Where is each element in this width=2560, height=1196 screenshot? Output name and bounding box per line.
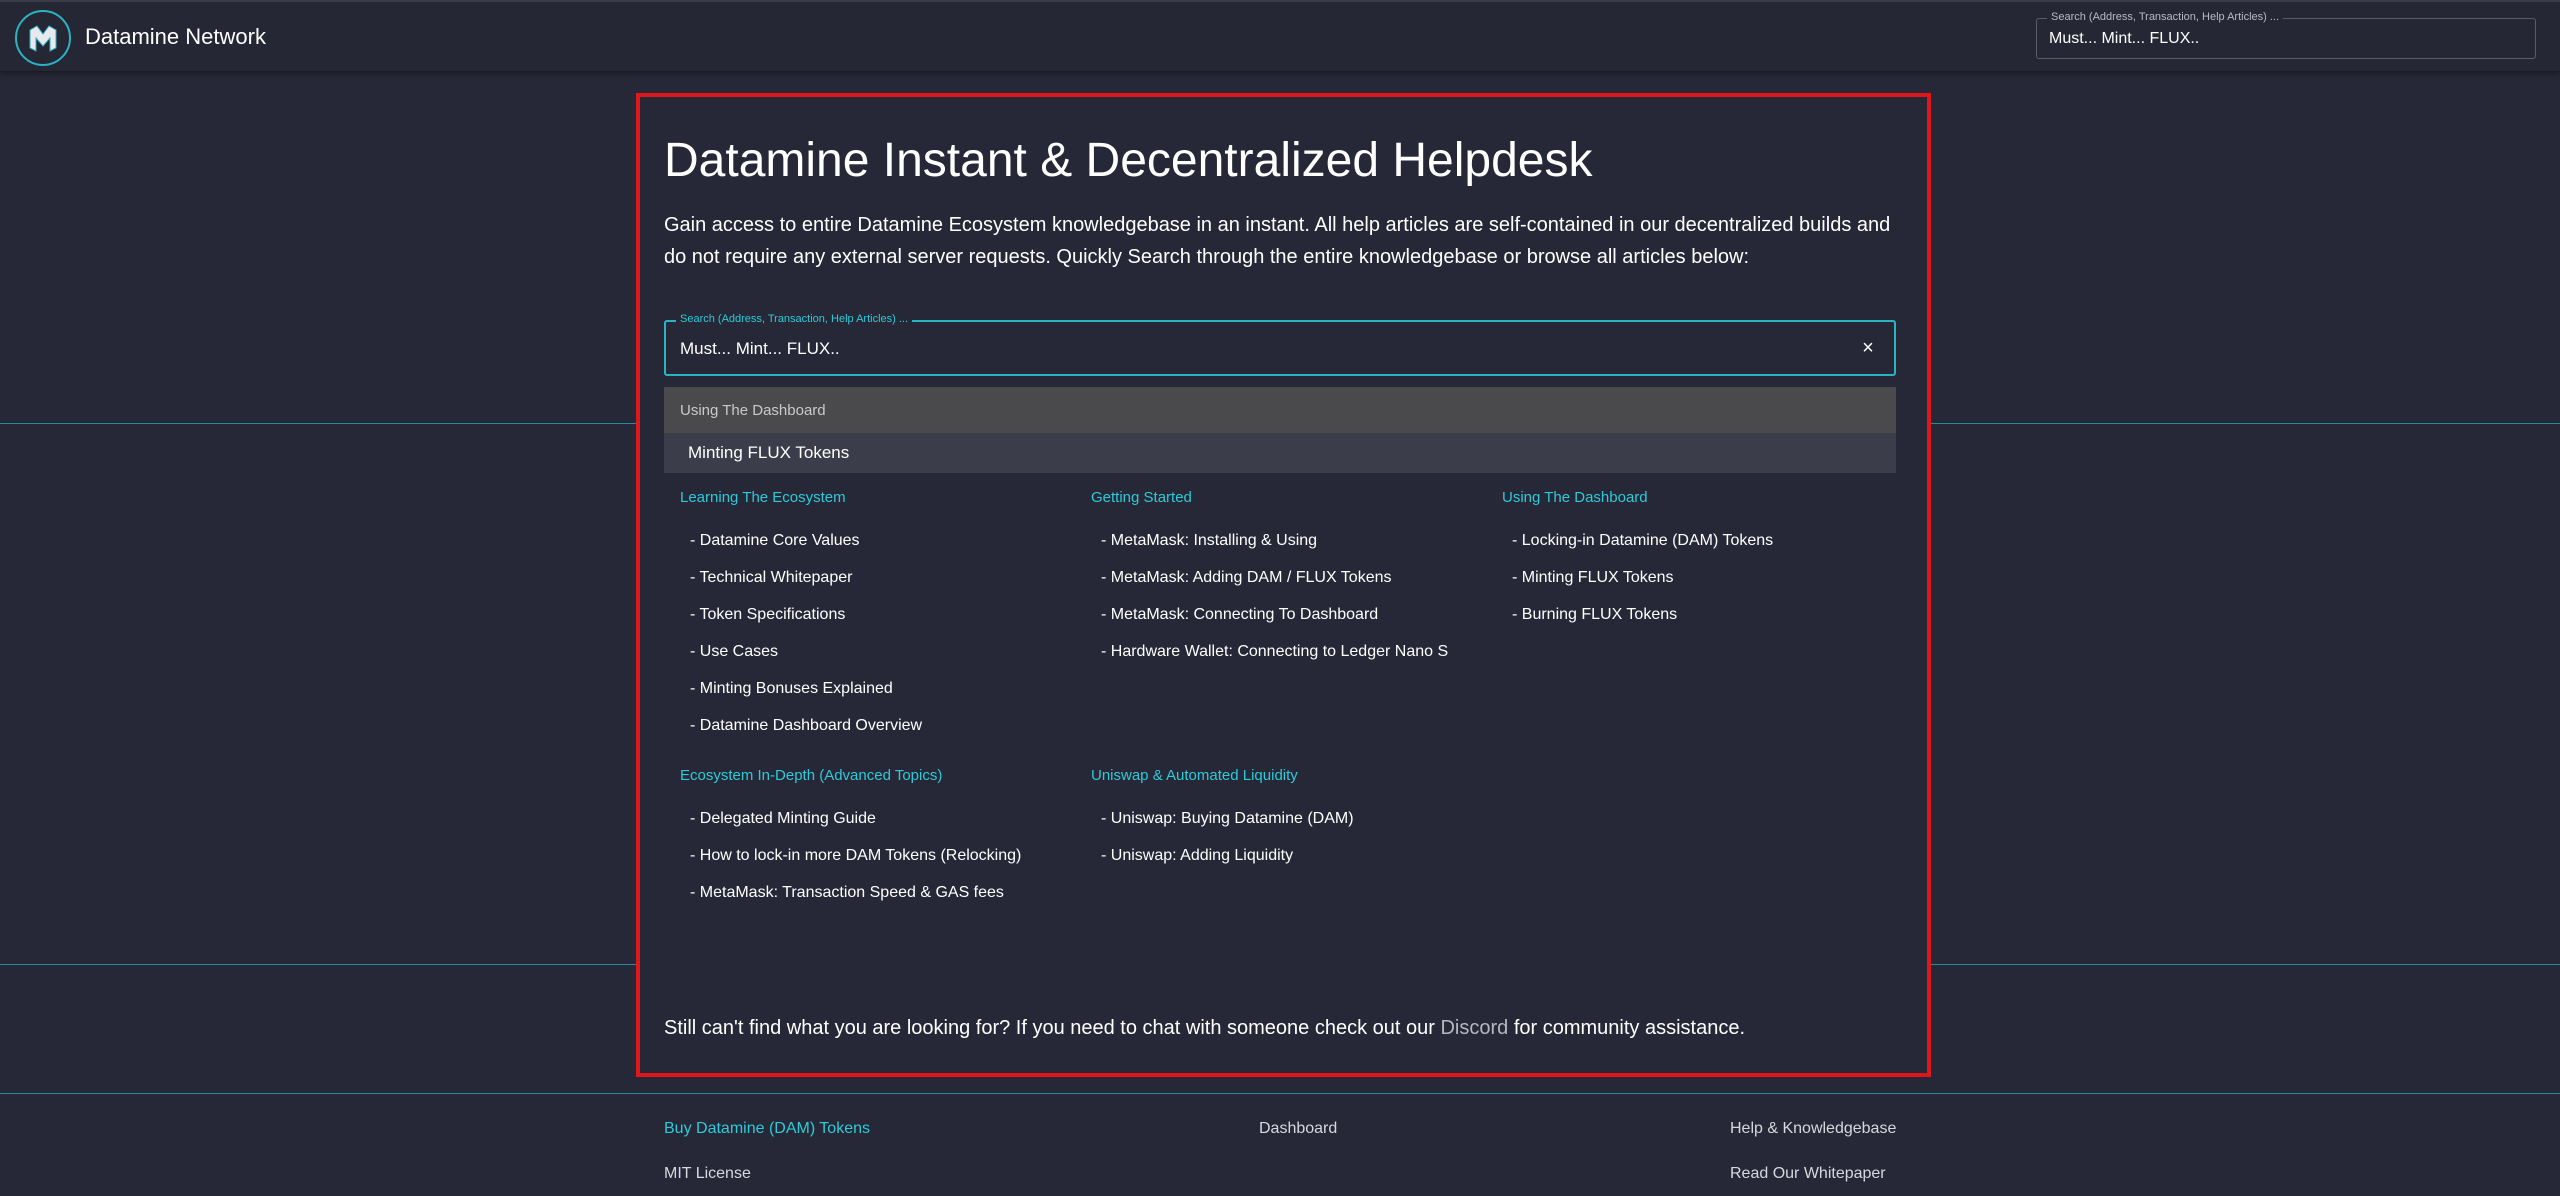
top-search-value[interactable]: Must... Mint... FLUX.. bbox=[2049, 30, 2199, 48]
article-link[interactable]: - MetaMask: Installing & Using bbox=[1101, 532, 1317, 550]
help-search-input[interactable]: Search (Address, Transaction, Help Artic… bbox=[664, 313, 1896, 376]
article-link[interactable]: - How to lock-in more DAM Tokens (Relock… bbox=[690, 847, 1021, 865]
article-link[interactable]: - Use Cases bbox=[690, 643, 778, 661]
help-footer-text: Still can't find what you are looking fo… bbox=[664, 1017, 1746, 1039]
article-link[interactable]: - MetaMask: Transaction Speed & GAS fees bbox=[690, 884, 1004, 902]
search-suggestions: Using The Dashboard Minting FLUX Tokens bbox=[664, 387, 1896, 473]
article-link[interactable]: - MetaMask: Connecting To Dashboard bbox=[1101, 606, 1378, 624]
article-link[interactable]: - Technical Whitepaper bbox=[690, 569, 852, 587]
category-ecosystem-in-depth[interactable]: Ecosystem In-Depth (Advanced Topics) bbox=[680, 767, 942, 784]
article-link[interactable]: - Hardware Wallet: Connecting to Ledger … bbox=[1101, 643, 1448, 661]
article-link[interactable]: - Minting FLUX Tokens bbox=[1512, 569, 1674, 587]
help-search-value[interactable]: Must... Mint... FLUX.. bbox=[680, 339, 840, 359]
article-link[interactable]: - Uniswap: Buying Datamine (DAM) bbox=[1101, 810, 1354, 828]
app-bar: Datamine Network Search (Address, Transa… bbox=[0, 0, 2560, 71]
brand-name[interactable]: Datamine Network bbox=[85, 24, 266, 50]
dashboard-link[interactable]: Dashboard bbox=[1259, 1120, 1337, 1138]
whitepaper-link[interactable]: Read Our Whitepaper bbox=[1730, 1165, 1886, 1183]
top-search-label: Search (Address, Transaction, Help Artic… bbox=[2047, 11, 2284, 23]
close-icon[interactable]: × bbox=[1856, 336, 1880, 360]
suggestion-option[interactable]: Minting FLUX Tokens bbox=[664, 433, 1896, 473]
buy-dam-link[interactable]: Buy Datamine (DAM) Tokens bbox=[664, 1120, 870, 1138]
page-title: Datamine Instant & Decentralized Helpdes… bbox=[664, 134, 1593, 187]
helpdesk-panel: Datamine Instant & Decentralized Helpdes… bbox=[636, 93, 1931, 1077]
category-getting-started[interactable]: Getting Started bbox=[1091, 489, 1192, 506]
article-link[interactable]: - Burning FLUX Tokens bbox=[1512, 606, 1677, 624]
category-learning-ecosystem[interactable]: Learning The Ecosystem bbox=[680, 489, 846, 506]
help-search-label: Search (Address, Transaction, Help Artic… bbox=[676, 313, 913, 325]
datamine-logo-icon[interactable] bbox=[15, 10, 71, 66]
article-link[interactable]: - Delegated Minting Guide bbox=[690, 810, 876, 828]
discord-link[interactable]: Discord bbox=[1440, 1017, 1508, 1039]
help-knowledgebase-link[interactable]: Help & Knowledgebase bbox=[1730, 1120, 1896, 1138]
article-link[interactable]: - Locking-in Datamine (DAM) Tokens bbox=[1512, 532, 1773, 550]
article-link[interactable]: - Uniswap: Adding Liquidity bbox=[1101, 847, 1293, 865]
article-link[interactable]: - Minting Bonuses Explained bbox=[690, 680, 893, 698]
article-link[interactable]: - Datamine Dashboard Overview bbox=[690, 717, 922, 735]
divider-line bbox=[0, 1093, 2560, 1094]
article-link[interactable]: - MetaMask: Adding DAM / FLUX Tokens bbox=[1101, 569, 1391, 587]
mit-license-link[interactable]: MIT License bbox=[664, 1165, 751, 1183]
article-link[interactable]: - Datamine Core Values bbox=[690, 532, 860, 550]
article-link[interactable]: - Token Specifications bbox=[690, 606, 845, 624]
category-using-dashboard[interactable]: Using The Dashboard bbox=[1502, 489, 1648, 506]
top-search-input[interactable]: Search (Address, Transaction, Help Artic… bbox=[2036, 11, 2536, 59]
suggestion-group-label: Using The Dashboard bbox=[664, 387, 1896, 433]
intro-text: Gain access to entire Datamine Ecosystem… bbox=[664, 214, 1891, 268]
category-uniswap-liquidity[interactable]: Uniswap & Automated Liquidity bbox=[1091, 767, 1298, 784]
